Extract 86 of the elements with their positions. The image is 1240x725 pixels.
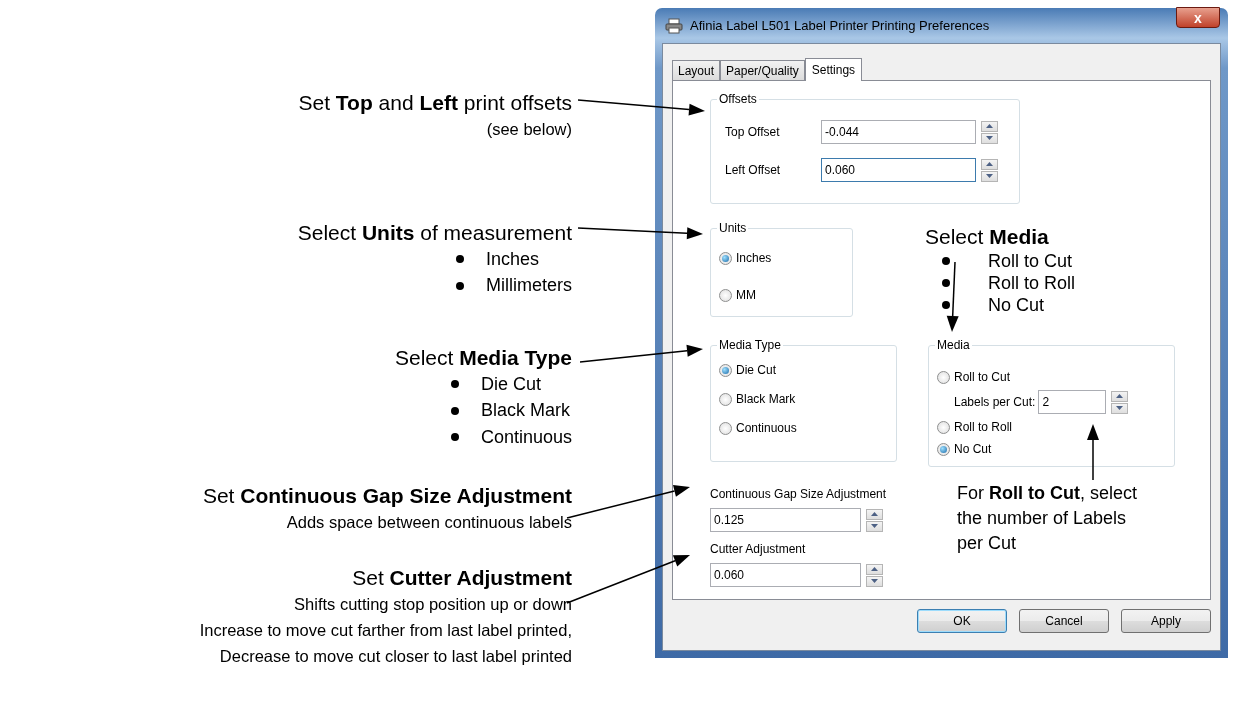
spin-up-button[interactable] (981, 120, 998, 132)
annotation-heading: Set Continuous Gap Size Adjustment (202, 482, 572, 509)
tab[interactable]: Settings (804, 58, 863, 81)
radio-button[interactable] (937, 420, 950, 434)
caret-down-icon (986, 174, 993, 178)
radio-label: Die Cut (736, 362, 776, 379)
bullet-item: Continuous (480, 425, 572, 449)
caret-up-icon (871, 512, 878, 516)
radio-button[interactable] (719, 251, 732, 265)
spin-down-button[interactable] (866, 575, 883, 587)
annotation-text: Decrease to move cut closer to last label printed (219, 645, 572, 667)
radio-label: Continuous (736, 420, 797, 437)
radio-button[interactable] (937, 370, 950, 384)
caret-up-icon (986, 124, 993, 128)
spin-up-button[interactable] (866, 508, 883, 520)
caret-up-icon (986, 162, 993, 166)
field-label: Cutter Adjustment (710, 541, 806, 558)
spin-up-button[interactable] (866, 563, 883, 575)
bullet-item: Roll to Cut (988, 249, 1073, 273)
dialog-button[interactable]: Apply (1121, 609, 1211, 633)
bullet-item: Millimeters (486, 274, 572, 298)
annotation-text: For Roll to Cut, select the number of Labels per Cut (957, 482, 1139, 555)
field-label: Top Offset (725, 124, 781, 141)
caret-down-icon (986, 136, 993, 140)
bullet-icon (942, 279, 950, 287)
field-label: Labels per Cut: (954, 394, 1036, 411)
spin-up-button[interactable] (1111, 390, 1129, 402)
caret-down-icon (871, 579, 878, 583)
tab[interactable]: Layout (672, 60, 721, 80)
annotation-heading: Select Units of measurement (297, 220, 572, 246)
bullet-item: No Cut (988, 293, 1045, 317)
radio-button[interactable] (719, 363, 732, 377)
arrow (946, 261, 959, 332)
window-title: Afinia Label L501 Label Printer Printing Preferences (690, 16, 990, 35)
caret-up-icon (1116, 394, 1124, 398)
close-button[interactable]: x (1176, 7, 1220, 28)
annotation-heading: Select Media (925, 224, 1050, 250)
annotation-text: Adds space between continuous labels (286, 511, 572, 533)
annotation-text: Shifts cutting stop position up or down (294, 593, 572, 615)
bullet-icon (456, 281, 464, 290)
caret-down-icon (1116, 406, 1124, 410)
bullet-item: Roll to Roll (988, 271, 1076, 295)
bullet-icon (450, 380, 459, 389)
input-field[interactable]: 2 (1038, 390, 1107, 414)
bullet-item: Black Mark (480, 399, 570, 423)
spin-up-button[interactable] (981, 158, 998, 170)
annotation-heading: Select Media Type (395, 345, 572, 371)
group-title: Media Type (717, 337, 783, 353)
radio-label: Roll to Cut (954, 369, 1011, 386)
dialog-button[interactable]: OK (917, 609, 1007, 633)
field-label: Left Offset (725, 162, 782, 179)
field-label: Continuous Gap Size Adjustment (710, 486, 887, 503)
radio-label: MM (736, 287, 756, 304)
radio-label: Black Mark (736, 391, 796, 408)
radio-button[interactable] (937, 442, 950, 456)
spin-down-button[interactable] (981, 170, 998, 182)
bullet-icon (456, 255, 464, 264)
caret-up-icon (871, 567, 878, 571)
input-field[interactable]: 0.060 (821, 158, 976, 182)
printer-icon (665, 17, 683, 34)
dialog-button[interactable]: Cancel (1019, 609, 1109, 633)
arrow (1087, 424, 1099, 481)
bullet-icon (942, 301, 950, 309)
radio-label: Inches (736, 250, 772, 267)
annotation-heading: Set Cutter Adjustment (352, 564, 572, 591)
radio-button[interactable] (719, 288, 732, 302)
bullet-icon (450, 433, 459, 442)
bullet-icon (450, 406, 459, 415)
radio-button[interactable] (719, 392, 732, 406)
annotation-heading: Set Top and Left print offsets (298, 90, 572, 116)
annotation-text: (see below) (486, 119, 572, 140)
bullet-item: Die Cut (480, 372, 541, 396)
spin-down-button[interactable] (1111, 402, 1129, 414)
bullet-icon (942, 257, 950, 265)
input-field[interactable]: 0.125 (710, 508, 861, 532)
radio-label: No Cut (954, 441, 992, 458)
caret-down-icon (871, 524, 878, 528)
spin-down-button[interactable] (866, 520, 883, 532)
radio-button[interactable] (719, 421, 732, 435)
tab[interactable]: Paper/Quality (720, 60, 805, 80)
annotation-text: Increase to move cut farther from last label printed, (199, 619, 572, 641)
bullet-item: Inches (486, 247, 540, 271)
radio-label: Roll to Roll (954, 419, 1013, 436)
input-field[interactable]: -0.044 (821, 120, 976, 144)
input-field[interactable]: 0.060 (710, 563, 861, 587)
spin-down-button[interactable] (981, 132, 998, 144)
